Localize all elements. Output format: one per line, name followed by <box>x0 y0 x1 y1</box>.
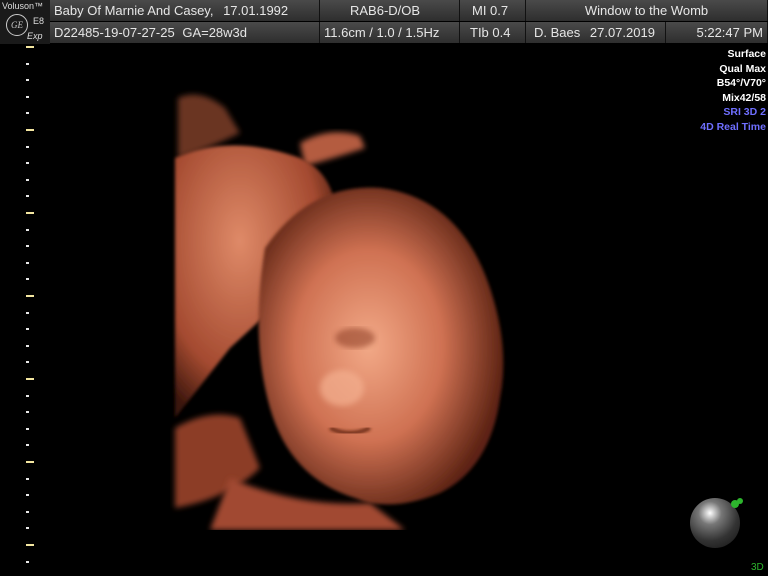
patient-cell: Baby Of Marnie And Casey, 17.01.1992 <box>50 0 320 21</box>
scale-minor-tick <box>26 145 29 148</box>
scale-minor-tick <box>26 394 29 397</box>
mi-cell: MI 0.7 <box>460 0 526 21</box>
scale-major-tick <box>26 129 34 131</box>
exam-id: D22485-19-07-27-25 <box>54 25 175 40</box>
scale-minor-tick <box>26 178 29 181</box>
header-row-1: Baby Of Marnie And Casey, 17.01.1992 RAB… <box>0 0 768 22</box>
scale-minor-tick <box>26 477 29 480</box>
header-row-2: D22485-19-07-27-25 GA=28w3d 11.6cm / 1.0… <box>0 22 768 44</box>
depth-scale <box>24 46 34 576</box>
gestational-age: GA=28w3d <box>182 25 248 40</box>
operator-cell: D. Baes 27.07.2019 <box>526 22 666 43</box>
scale-major-tick <box>26 544 34 546</box>
scale-minor-tick <box>26 494 29 497</box>
time-cell: 5:22:47 PM <box>666 22 768 43</box>
scale-minor-tick <box>26 510 29 513</box>
scale-major-tick <box>26 461 34 463</box>
depth-value: 11.6cm / 1.0 / 1.5Hz <box>324 25 440 40</box>
mode-3d-label: 3D <box>751 562 764 573</box>
patient-name: Baby Of Marnie And Casey, <box>54 3 214 18</box>
scale-minor-tick <box>26 62 29 65</box>
scale-minor-tick <box>26 560 29 563</box>
scale-minor-tick <box>26 112 29 115</box>
scale-minor-tick <box>26 527 29 530</box>
scale-minor-tick <box>26 95 29 98</box>
nose <box>320 370 364 406</box>
render-mode: Surface <box>727 48 766 60</box>
scale-minor-tick <box>26 444 29 447</box>
scale-major-tick <box>26 46 34 48</box>
scale-minor-tick <box>26 311 29 314</box>
scale-minor-tick <box>26 344 29 347</box>
eye-region <box>335 328 375 348</box>
scale-minor-tick <box>26 411 29 414</box>
scale-minor-tick <box>26 79 29 82</box>
clinic-name: Window to the Womb <box>584 3 709 18</box>
render-mix: Mix42/58 <box>722 91 766 104</box>
exam-date: 27.07.2019 <box>589 25 655 40</box>
realtime-mode: 4D Real Time <box>700 120 766 133</box>
scale-minor-tick <box>26 278 29 281</box>
render-info-panel: Surface Qual Max B54°/V70° Mix42/58 SRI … <box>700 47 766 134</box>
scale-major-tick <box>26 378 34 380</box>
operator-name: D. Baes <box>534 25 581 40</box>
scale-major-tick <box>26 295 34 297</box>
render-angles: B54°/V70° <box>716 77 766 89</box>
scale-minor-tick <box>26 261 29 264</box>
sri-setting: SRI 3D 2 <box>723 106 766 118</box>
scale-minor-tick <box>26 328 29 331</box>
probe-cell: RAB6-D/OB <box>320 0 460 21</box>
fetal-3d-render <box>170 88 515 530</box>
tib-cell: TIb 0.4 <box>460 22 526 43</box>
patient-dob: 17.01.1992 <box>223 3 289 18</box>
scale-minor-tick <box>26 361 29 364</box>
orientation-marker-icon <box>731 498 743 508</box>
scale-minor-tick <box>26 195 29 198</box>
scale-minor-tick <box>26 162 29 165</box>
depth-cell: 11.6cm / 1.0 / 1.5Hz <box>320 22 460 43</box>
exam-time: 5:22:47 PM <box>696 25 764 40</box>
scale-minor-tick <box>26 228 29 231</box>
clinic-cell: Window to the Womb <box>526 0 768 21</box>
scale-minor-tick <box>26 427 29 430</box>
exam-cell: D22485-19-07-27-25 GA=28w3d <box>50 22 320 43</box>
tib-value: TIb 0.4 <box>470 25 511 40</box>
scale-minor-tick <box>26 245 29 248</box>
probe-label: RAB6-D/OB <box>350 3 421 18</box>
render-quality: Qual Max <box>719 62 766 75</box>
scale-major-tick <box>26 212 34 214</box>
mi-value: MI 0.7 <box>472 3 509 18</box>
